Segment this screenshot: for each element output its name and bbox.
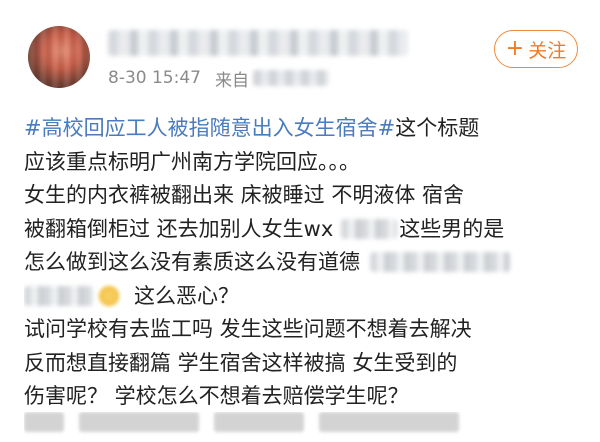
username-blurred[interactable] [108,30,408,56]
emoji-icon [98,284,120,307]
cut-off-fragment [214,412,305,432]
line-4-tail: 这些男的是 [399,216,505,241]
line-6-text: 这么恶心？ [134,283,239,308]
cut-off-fragment [319,412,460,432]
plus-icon: + [505,36,525,61]
cut-off-fragment [24,412,64,432]
post-content: #高校回应工人被指随意出入女生宿舍#这个标题 应该重点标明广州南方学院回应。。。… [24,112,584,414]
follow-label: 关注 [528,39,567,62]
blurred-text [24,285,94,306]
post-line-9: 伤害呢？ 学校怎么不想着去赔偿学生呢？ [24,384,409,408]
post-line-8: 反而想直接翻篇 学生宿舍这样被搞 女生受到的 [24,350,458,375]
blurred-text [370,252,510,272]
source-blurred [252,70,329,86]
post-line-2: 应该重点标明广州南方学院回应。。。 [24,149,360,174]
post-line-3: 女生的内衣裤被翻出来 床被睡过 不明液体 宿舍 [24,183,465,207]
post-meta: 8-30 15:47 来自 [108,66,329,91]
post-time: 8-30 15:47 [108,68,201,88]
cut-off-fragment [79,412,200,432]
line-4-text: 被翻箱倒柜过 还去加别人女生wx [24,216,334,241]
weibo-post: 8-30 15:47 来自 + 关注 #高校回应工人被指随意出入女生宿舍#这个标… [0,0,600,432]
post-line-5: 怎么做到这么没有素质这么没有道德 [24,246,584,280]
avatar[interactable] [28,26,90,88]
post-header: 8-30 15:47 来自 + 关注 [0,0,600,108]
line-5-text: 怎么做到这么没有素质这么没有道德 [24,250,360,274]
post-line-1: #高校回应工人被指随意出入女生宿舍#这个标题 [24,112,584,146]
line-1-text: 这个标题 [395,116,480,140]
hashtag-link[interactable]: #高校回应工人被指随意出入女生宿舍# [24,116,395,140]
cut-off-line [24,412,584,442]
post-line-4: 被翻箱倒柜过 还去加别人女生wx 这些男的是 [24,213,584,247]
follow-button[interactable]: + 关注 [494,30,578,68]
blurred-text [341,218,398,239]
post-line-6: 这么恶心？ [24,280,584,314]
source-prefix: 来自 [214,70,249,91]
post-line-7: 试问学校有去监工吗 发生这些问题不想着去解决 [24,317,472,341]
